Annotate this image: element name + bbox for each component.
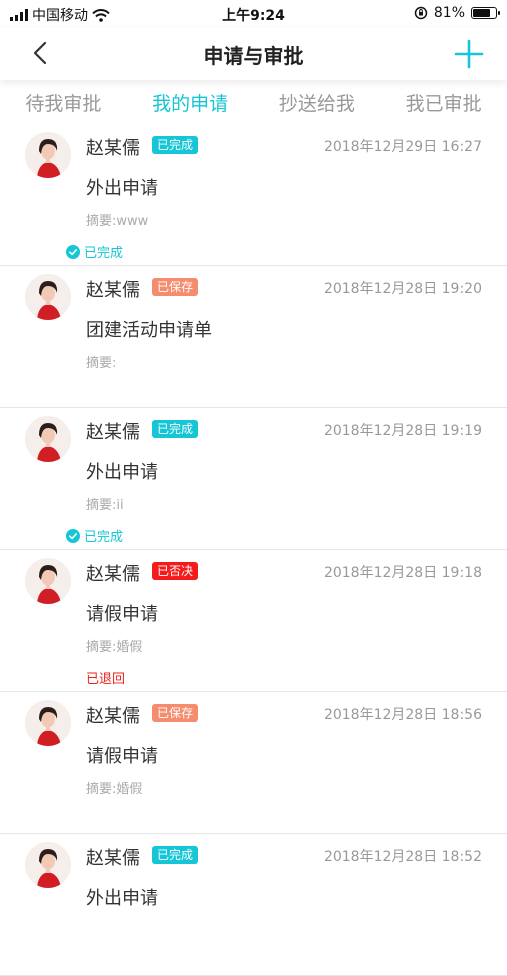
tab-approved-by-me[interactable]: 我已审批 [380, 86, 507, 122]
application-subject: 外出申请 [86, 178, 158, 199]
application-subject: 团建活动申请单 [86, 320, 212, 341]
avatar [25, 274, 71, 320]
check-circle-icon [66, 528, 80, 543]
orientation-lock-icon [414, 6, 428, 20]
status-footer: 已完成 [66, 242, 123, 261]
status-badge: 已保存 [152, 704, 199, 722]
status-badge: 已否决 [152, 562, 199, 580]
tab-pending-approval[interactable]: 待我审批 [0, 86, 127, 122]
applicant-name: 赵某儒 [86, 138, 140, 159]
application-subject: 外出申请 [86, 888, 158, 909]
applicant-name: 赵某儒 [86, 564, 140, 585]
battery-icon [471, 7, 500, 19]
submit-time: 2018年12月28日 19:20 [323, 281, 482, 297]
status-footer-label: 已退回 [86, 672, 126, 687]
page-title: 申请与审批 [203, 44, 304, 68]
tab-cc-to-me[interactable]: 抄送给我 [254, 86, 381, 122]
application-list: 赵某儒 已完成 2018年12月29日 16:27 外出申请 摘要:www 已完… [0, 124, 507, 976]
application-summary: 摘要:婚假 [86, 640, 143, 655]
list-item[interactable]: 赵某儒 已保存 2018年12月28日 18:56 请假申请 摘要:婚假 [0, 692, 507, 834]
submit-time: 2018年12月28日 18:52 [323, 849, 482, 865]
submit-time: 2018年12月29日 16:27 [323, 139, 482, 155]
add-plus-icon[interactable] [451, 36, 487, 72]
status-footer: 已退回 [86, 668, 125, 687]
application-subject: 请假申请 [86, 746, 158, 767]
submit-time: 2018年12月28日 18:56 [323, 707, 482, 723]
nav-bar: 申请与审批 [0, 28, 507, 80]
list-item[interactable]: 赵某儒 已完成 2018年12月28日 19:19 外出申请 摘要:ii 已完成 [0, 408, 507, 550]
applicant-name: 赵某儒 [86, 422, 140, 443]
submit-time: 2018年12月28日 19:18 [323, 565, 482, 581]
status-badge: 已完成 [152, 846, 199, 864]
application-summary: 摘要:婚假 [86, 782, 143, 797]
submit-time: 2018年12月28日 19:19 [323, 423, 482, 439]
list-item[interactable]: 赵某儒 已否决 2018年12月28日 19:18 请假申请 摘要:婚假 已退回 [0, 550, 507, 692]
application-summary: 摘要: [86, 356, 117, 371]
status-badge: 已完成 [152, 420, 199, 438]
tab-bar: 待我审批 我的申请 抄送给我 我已审批 [0, 86, 507, 122]
list-item[interactable]: 赵某儒 已保存 2018年12月28日 19:20 团建活动申请单 摘要: [0, 266, 507, 408]
status-footer-label: 已完成 [84, 246, 124, 261]
application-summary: 摘要:ii [86, 498, 124, 513]
avatar [25, 700, 71, 746]
check-circle-icon [66, 244, 80, 259]
applicant-name: 赵某儒 [86, 848, 140, 869]
status-bar: 中国移动 上午9:24 81% [0, 0, 507, 28]
avatar [25, 132, 71, 178]
status-right: 81% [414, 5, 500, 21]
tab-my-applications[interactable]: 我的申请 [127, 86, 254, 122]
application-summary: 摘要:www [86, 214, 149, 229]
avatar [25, 842, 71, 888]
application-subject: 请假申请 [86, 604, 158, 625]
avatar [25, 416, 71, 462]
battery-percent: 81% [433, 5, 465, 21]
list-item[interactable]: 赵某儒 已完成 2018年12月28日 18:52 外出申请 [0, 834, 507, 976]
status-footer-label: 已完成 [84, 530, 124, 545]
status-badge: 已完成 [152, 136, 199, 154]
applicant-name: 赵某儒 [86, 706, 140, 727]
application-subject: 外出申请 [86, 462, 158, 483]
status-footer: 已完成 [66, 526, 123, 545]
status-badge: 已保存 [152, 278, 199, 296]
applicant-name: 赵某儒 [86, 280, 140, 301]
avatar [25, 558, 71, 604]
list-item[interactable]: 赵某儒 已完成 2018年12月29日 16:27 外出申请 摘要:www 已完… [0, 124, 507, 266]
